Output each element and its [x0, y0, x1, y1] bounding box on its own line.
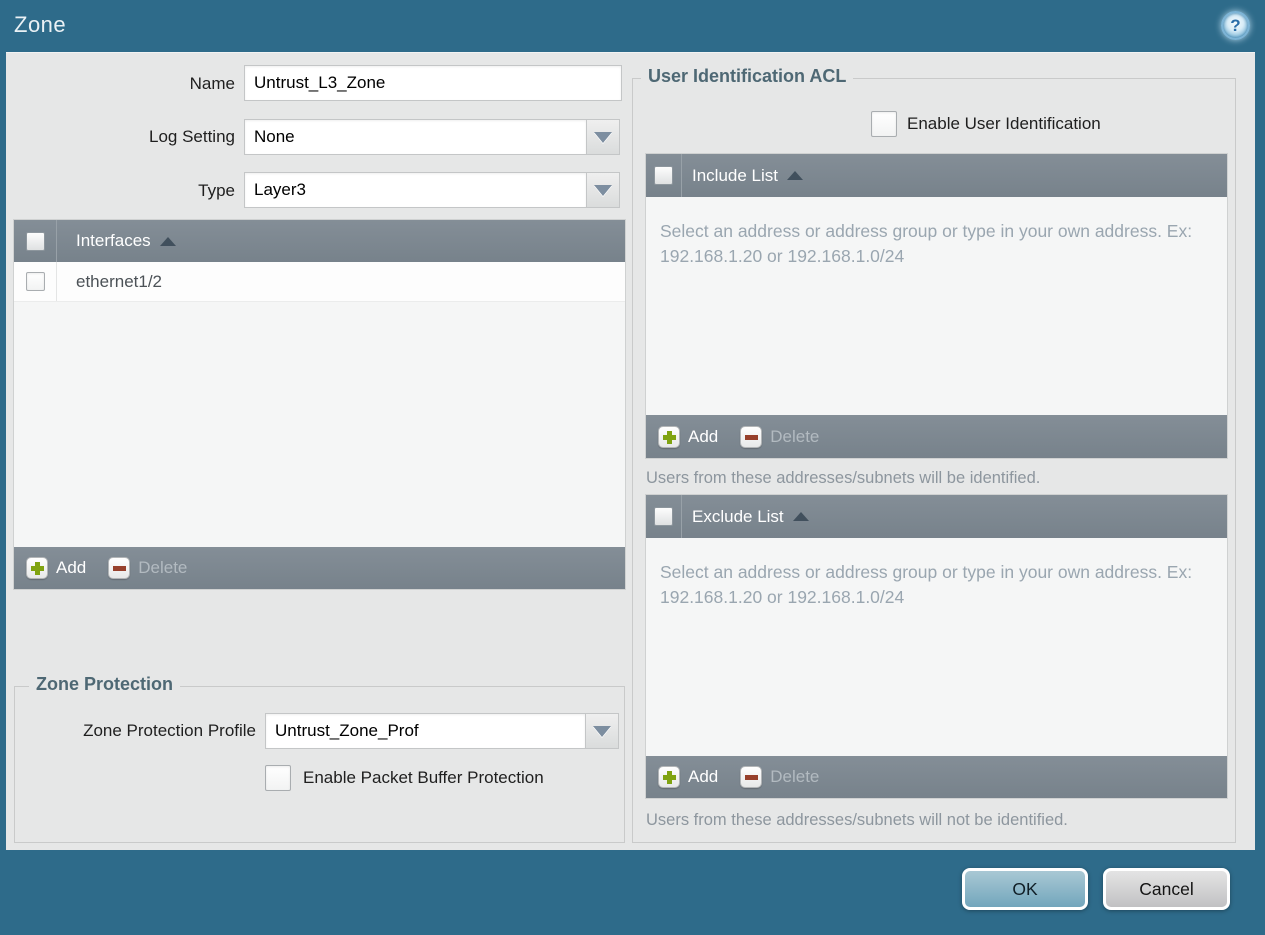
type-input[interactable]: [244, 172, 587, 208]
include-delete-button[interactable]: Delete: [770, 427, 819, 447]
zone-protection-profile-label: Zone Protection Profile: [83, 721, 256, 740]
interfaces-table: Interfaces ethernet1/2 Add Delete: [14, 220, 625, 589]
row-checkbox-cell: [14, 262, 57, 301]
user-identification-acl-section: User Identification ACL Enable User Iden…: [632, 66, 1236, 843]
zone-protection-profile-dropdown-button[interactable]: [586, 713, 619, 749]
interfaces-table-footer: Add Delete: [14, 547, 625, 589]
zone-protection-legend: Zone Protection: [29, 674, 181, 695]
zone-protection-profile-input[interactable]: [265, 713, 586, 749]
select-all-cell: [646, 154, 682, 197]
name-label: Name: [189, 74, 235, 93]
delete-icon[interactable]: [108, 557, 131, 579]
interfaces-column-header[interactable]: Interfaces: [76, 231, 176, 251]
exclude-list-footer: Add Delete: [646, 756, 1227, 798]
interface-name: ethernet1/2: [76, 271, 163, 291]
add-icon[interactable]: [658, 766, 680, 788]
chevron-down-icon: [594, 131, 612, 143]
select-all-checkbox[interactable]: [25, 231, 45, 251]
include-select-all-checkbox[interactable]: [654, 166, 673, 185]
enable-user-identification-label: Enable User Identification: [907, 114, 1101, 133]
zone-dialog-body: Name Log Setting Type Interfaces ethe: [6, 52, 1255, 850]
include-list-table: Include List Select an address or addres…: [646, 154, 1227, 458]
include-add-button[interactable]: Add: [688, 427, 718, 447]
enable-user-identification-checkbox[interactable]: [871, 111, 897, 137]
include-list-footer: Add Delete: [646, 415, 1227, 458]
select-all-cell: [646, 495, 682, 538]
include-list-column-header[interactable]: Include List: [692, 166, 803, 186]
delete-button[interactable]: Delete: [138, 558, 187, 578]
delete-icon[interactable]: [740, 425, 763, 448]
exclude-list-column-header[interactable]: Exclude List: [692, 507, 809, 527]
interfaces-table-body: ethernet1/2: [14, 262, 625, 547]
include-list-caption: Users from these addresses/subnets will …: [646, 469, 1041, 487]
sort-ascending-icon: [787, 171, 803, 180]
add-icon[interactable]: [658, 425, 680, 448]
chevron-down-icon: [594, 184, 612, 196]
exclude-select-all-checkbox[interactable]: [654, 507, 673, 526]
log-setting-dropdown-button[interactable]: [587, 119, 620, 155]
exclude-add-button[interactable]: Add: [688, 767, 718, 787]
help-icon[interactable]: ?: [1221, 11, 1250, 40]
name-input[interactable]: [244, 65, 622, 101]
user-identification-acl-legend: User Identification ACL: [641, 66, 854, 87]
exclude-list-table: Exclude List Select an address or addres…: [646, 495, 1227, 798]
ok-button[interactable]: OK: [962, 868, 1088, 910]
include-list-header: Include List: [646, 154, 1227, 197]
log-setting-input[interactable]: [244, 119, 587, 155]
include-list-body[interactable]: Select an address or address group or ty…: [646, 197, 1227, 415]
chevron-down-icon: [593, 725, 611, 737]
include-list-placeholder: Select an address or address group or ty…: [660, 221, 1193, 266]
sort-ascending-icon: [159, 236, 176, 246]
row-checkbox[interactable]: [25, 272, 45, 291]
zone-protection-section: Zone Protection Zone Protection Profile …: [14, 674, 625, 843]
exclude-list-header: Exclude List: [646, 495, 1227, 538]
exclude-list-placeholder: Select an address or address group or ty…: [660, 562, 1193, 607]
add-button[interactable]: Add: [56, 558, 86, 578]
type-dropdown-button[interactable]: [587, 172, 620, 208]
page-title: Zone: [14, 12, 67, 37]
exclude-list-caption: Users from these addresses/subnets will …: [646, 811, 1068, 829]
select-all-cell: [14, 220, 57, 262]
type-label: Type: [198, 181, 235, 200]
table-row[interactable]: ethernet1/2: [14, 262, 625, 302]
add-icon[interactable]: [26, 557, 48, 579]
sort-ascending-icon: [792, 512, 809, 521]
exclude-delete-button[interactable]: Delete: [770, 767, 819, 787]
cancel-button[interactable]: Cancel: [1103, 868, 1230, 910]
delete-icon[interactable]: [740, 766, 763, 788]
enable-packet-buffer-protection-checkbox[interactable]: [265, 765, 291, 791]
log-setting-label: Log Setting: [148, 127, 235, 146]
enable-packet-buffer-protection-label: Enable Packet Buffer Protection: [303, 768, 544, 787]
interfaces-table-header: Interfaces: [14, 220, 625, 262]
exclude-list-body[interactable]: Select an address or address group or ty…: [646, 538, 1227, 756]
